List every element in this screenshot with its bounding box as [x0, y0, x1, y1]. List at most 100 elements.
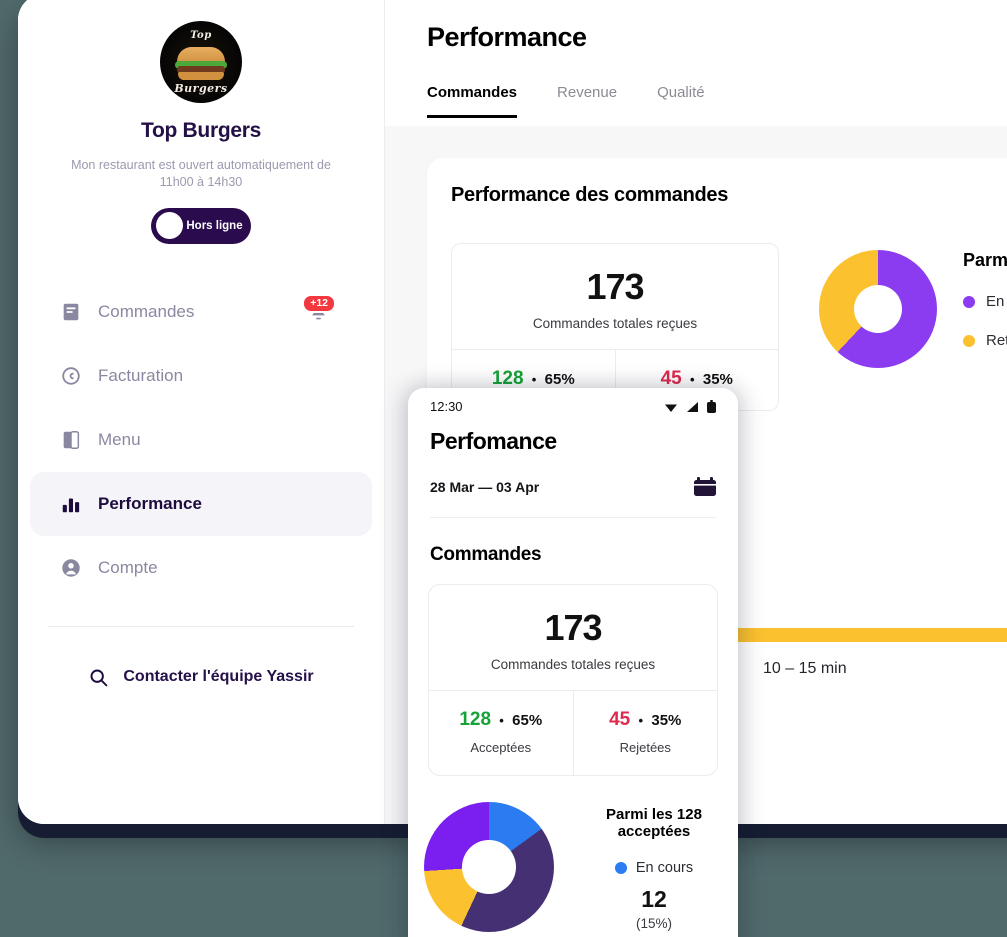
sidebar-nav: Commandes +12 Facturation Menu Performan…	[18, 280, 384, 600]
phone-date-row[interactable]: 28 Mar — 03 Apr	[430, 477, 716, 518]
desktop-rejected-separator: •	[690, 372, 695, 387]
toggle-knob	[156, 212, 183, 240]
sidebar-item-performance[interactable]: Performance	[30, 471, 372, 536]
desktop-rejected-value: 45	[660, 368, 682, 389]
sidebar-item-label: Compte	[98, 557, 158, 577]
contact-support-button[interactable]: Contacter l'équipe Yassir	[18, 667, 384, 688]
billing-coin-icon	[62, 367, 80, 385]
sidebar-divider	[48, 625, 354, 627]
desktop-total-caption: Commandes totales reçues	[532, 316, 698, 331]
sidebar-item-commandes[interactable]: Commandes +12	[30, 280, 372, 344]
phone-legend-percent: (15%)	[635, 916, 672, 931]
restaurant-name: Top Burgers	[141, 119, 261, 142]
tab-commandes[interactable]: Commandes	[427, 84, 518, 118]
phone-date-range: 28 Mar — 03 Apr	[430, 479, 540, 495]
phone-status-bar: 12:30	[408, 388, 738, 420]
progress-fill	[727, 628, 1007, 642]
phone-donut-zone: Parmi les 128 acceptées En cours 12 (15%…	[408, 802, 738, 937]
desktop-legend-row: Retur	[963, 332, 1007, 349]
status-toggle[interactable]: Hors ligne	[151, 207, 251, 244]
burger-logo: Top Burgers	[160, 21, 242, 103]
battery-icon	[707, 400, 716, 413]
sidebar-item-compte[interactable]: Compte	[30, 536, 372, 600]
phone-donut-chart[interactable]	[424, 802, 554, 932]
phone-rejected-value: 45	[609, 709, 631, 730]
phone-stats-box: 173 Commandes totales reçues 128 • 65% A…	[428, 584, 718, 776]
phone-accepted-value: 128	[459, 709, 492, 730]
calendar-icon[interactable]	[694, 477, 716, 497]
orders-icon	[63, 303, 79, 320]
sidebar-item-label: Commandes	[98, 301, 195, 321]
phone-accepted-separator: •	[499, 713, 504, 728]
desktop-rejected-percent: 35%	[702, 371, 733, 388]
sidebar-item-menu[interactable]: Menu	[30, 408, 372, 472]
desktop-total-value: 173	[586, 266, 644, 307]
sidebar-item-label: Performance	[98, 493, 202, 513]
logo-word-bottom: Burgers	[174, 82, 228, 95]
bar-chart-icon	[62, 498, 80, 512]
phone-rejected-separator: •	[638, 713, 644, 728]
signal-icon	[687, 401, 698, 412]
status-toggle-label: Hors ligne	[186, 219, 243, 232]
progress-label: 10 – 15 min	[763, 660, 847, 677]
search-icon	[90, 669, 108, 687]
tab-revenue[interactable]: Revenue	[557, 84, 617, 118]
phone-total-value: 173	[544, 607, 602, 648]
desktop-legend-row: En co	[963, 293, 1007, 310]
phone-legend-label: En cours	[635, 860, 694, 876]
phone-accepted-label: Acceptées	[470, 740, 532, 755]
desktop-accepted-separator: •	[531, 372, 537, 387]
desktop-legend-title: Parmi	[963, 250, 1007, 270]
tab-qualite[interactable]: Qualité	[657, 84, 705, 118]
phone-legend-row: En cours	[570, 860, 738, 876]
desktop-total-block: 173 Commandes totales reçues	[452, 244, 778, 349]
progress-track	[727, 628, 1007, 642]
notifications-button[interactable]: +12	[300, 293, 336, 328]
performance-card-title: Performance des commandes	[451, 184, 729, 206]
screenshot-stage: Top Burgers Top Burgers Mon restaurant e…	[0, 0, 1007, 937]
phone-rejected-label: Rejetées	[619, 740, 671, 755]
desktop-legend-label: En co	[986, 293, 1007, 310]
status-toggle-wrap: Hors ligne	[18, 207, 384, 244]
account-user-icon	[62, 559, 80, 577]
notification-badge: +12	[302, 293, 336, 314]
phone-mockup: 12:30 Perfomance 28 Mar — 03 Apr Command…	[408, 388, 738, 937]
phone-page-title: Perfomance	[430, 428, 557, 454]
burger-illustration	[175, 45, 227, 80]
wifi-icon	[665, 404, 677, 412]
status-bar-icons	[664, 400, 716, 413]
sidebar: Top Burgers Top Burgers Mon restaurant e…	[18, 0, 385, 824]
sidebar-item-facturation[interactable]: Facturation	[30, 344, 372, 408]
phone-legend-title: Parmi les 128 acceptées	[606, 806, 702, 840]
desktop-accepted-value: 128	[491, 368, 524, 389]
phone-accepted-cell: 128 • 65% Acceptées	[429, 691, 573, 775]
desktop-accepted-percent: 65%	[544, 371, 575, 388]
prep-time-progress: 10 – 15 min	[727, 628, 1007, 678]
desktop-donut-chart	[819, 250, 937, 368]
legend-color-dot	[963, 334, 975, 347]
phone-accepted-percent: 65%	[512, 712, 543, 729]
phone-stat-split: 128 • 65% Acceptées 45 • 35% Rejetées	[429, 690, 717, 775]
status-bar-time: 12:30	[430, 399, 463, 414]
desktop-legend-label: Retur	[986, 332, 1007, 349]
phone-legend-value: 12	[641, 886, 667, 912]
page-title: Performance	[427, 22, 587, 52]
contact-support-label: Contacter l'équipe Yassir	[123, 668, 314, 686]
desktop-donut-zone: Parmi En co Retur	[819, 250, 1007, 368]
phone-rejected-percent: 35%	[651, 712, 682, 729]
phone-rejected-cell: 45 • 35% Rejetées	[572, 691, 718, 775]
phone-section-title: Commandes	[430, 544, 542, 565]
legend-color-dot	[614, 862, 627, 874]
legend-color-dot	[963, 295, 975, 308]
phone-total-block: 173 Commandes totales reçues	[429, 585, 717, 690]
phone-total-caption: Commandes totales reçues	[490, 657, 656, 672]
sidebar-item-label: Facturation	[98, 365, 184, 385]
schedule-note: Mon restaurant est ouvert automatiquemen…	[71, 158, 331, 189]
logo-word-top: Top	[190, 30, 212, 41]
tab-bar: Commandes Revenue Qualité	[427, 84, 705, 118]
desktop-donut-legend: Parmi En co Retur	[963, 250, 1007, 349]
phone-donut-legend: Parmi les 128 acceptées En cours 12 (15%…	[570, 802, 738, 937]
sidebar-item-label: Menu	[98, 429, 141, 449]
menu-book-icon	[63, 430, 80, 449]
desktop-stats-box: 173 Commandes totales reçues 128 • 65% 4…	[451, 243, 779, 411]
